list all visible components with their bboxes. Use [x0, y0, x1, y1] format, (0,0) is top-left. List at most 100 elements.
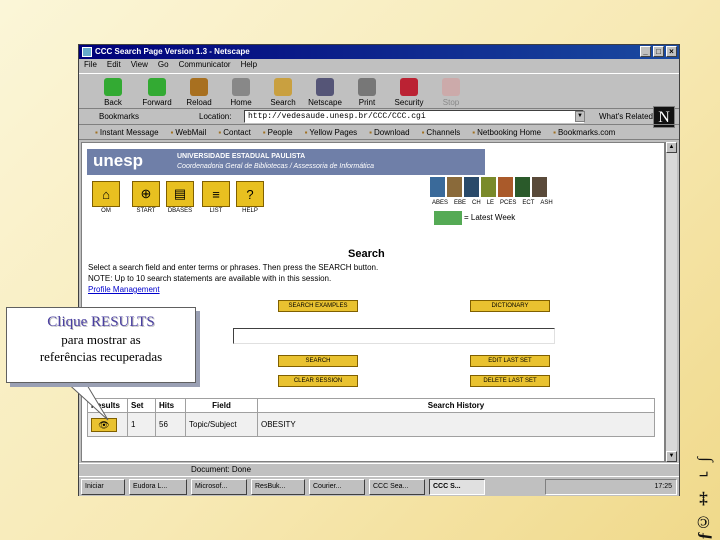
nav-help-button[interactable]: ? HELP	[236, 181, 264, 214]
delete-last-set-button[interactable]: DELETE LAST SET	[470, 375, 550, 387]
database-thumb-ebe[interactable]	[447, 177, 462, 197]
window-title: CCC Search Page Version 1.3 - Netscape	[95, 47, 250, 56]
edit-last-set-button[interactable]: EDIT LAST SET	[470, 355, 550, 367]
banner-department: Coordenadoria Geral de Bibliotecas / Ass…	[177, 163, 375, 170]
nav-dbases-button[interactable]: ▤ DBASES	[166, 181, 194, 214]
maximize-button[interactable]: □	[653, 46, 664, 57]
table-row: 👁 1 56 Topic/Subject OBESITY	[87, 412, 655, 437]
database-thumb-ect[interactable]	[515, 177, 530, 197]
menu-edit[interactable]: Edit	[107, 59, 121, 71]
task-eudora[interactable]: Eudora L...	[129, 479, 187, 495]
dictionary-button[interactable]: DICTIONARY	[470, 300, 550, 312]
database-label: ASH	[540, 200, 553, 206]
netscape-window-icon	[82, 47, 92, 57]
whats-related-button[interactable]: What's Related	[599, 112, 653, 121]
nav-list-button[interactable]: ≡ LIST	[202, 181, 230, 214]
nav-om-button[interactable]: ⌂ OM	[92, 181, 120, 214]
instruction-callout: Clique RESULTS para mostrar as referênci…	[6, 307, 196, 383]
banner-university: UNIVERSIDADE ESTADUAL PAULISTA	[177, 153, 306, 160]
menu-view[interactable]: View	[131, 59, 148, 71]
stop-button[interactable]: Stop	[429, 78, 473, 107]
clock: 17:25	[654, 483, 672, 490]
task-courier[interactable]: Courier...	[309, 479, 365, 495]
search-input[interactable]	[233, 328, 555, 344]
history-header-row: Results Set Hits Field Search History	[87, 398, 655, 413]
search-button[interactable]: Search	[261, 78, 305, 107]
task-resbuk[interactable]: ResBuk...	[251, 479, 305, 495]
home-icon: ⌂	[92, 181, 120, 207]
bookmark-people[interactable]: People	[263, 125, 293, 139]
database-label: PCES	[500, 200, 517, 206]
task-ccc-search-1[interactable]: CCC Sea...	[369, 479, 425, 495]
forward-arrow-icon	[148, 78, 166, 96]
nav-start-button[interactable]: ⊕ START	[132, 181, 160, 214]
back-arrow-icon	[104, 78, 122, 96]
bookmark-netbooking-home[interactable]: Netbooking Home	[472, 125, 541, 139]
side-brand-mark: ƒ© ‡ ⌐ ∫	[694, 457, 713, 540]
chevron-down-icon[interactable]: ▼	[575, 111, 585, 122]
url-input[interactable]: http://vedesaude.unesp.br/CCC/CCC.cgi	[244, 110, 584, 123]
menu-file[interactable]: File	[84, 59, 97, 71]
history-cell: OBESITY	[257, 412, 655, 437]
menu-go[interactable]: Go	[158, 59, 169, 71]
status-text: Document: Done	[191, 465, 252, 474]
database-thumb-ash[interactable]	[532, 177, 547, 197]
minimize-button[interactable]: _	[640, 46, 651, 57]
bookmark-channels[interactable]: Channels	[422, 125, 460, 139]
database-thumb-abes[interactable]	[430, 177, 445, 197]
database-label: LE	[486, 200, 495, 206]
bookmark-contact[interactable]: Contact	[218, 125, 251, 139]
vertical-scrollbar[interactable]: ▲ ▼	[665, 142, 677, 462]
location-bar: Bookmarks Location: http://vedesaude.une…	[79, 109, 679, 125]
scroll-down-icon[interactable]: ▼	[666, 451, 677, 462]
print-icon	[358, 78, 376, 96]
reload-button[interactable]: Reload	[177, 78, 221, 107]
title-bar[interactable]: CCC Search Page Version 1.3 - Netscape _…	[79, 45, 679, 59]
profile-management-link[interactable]: Profile Management	[88, 284, 488, 295]
netscape-button[interactable]: Netscape	[303, 78, 347, 107]
home-button[interactable]: Home	[219, 78, 263, 107]
bookmark-webmail[interactable]: WebMail	[171, 125, 206, 139]
col-set: Set	[127, 398, 156, 413]
bookmark-instant-message[interactable]: Instant Message	[95, 125, 159, 139]
print-button[interactable]: Print	[345, 78, 389, 107]
windows-taskbar: Iniciar Eudora L... Microsof... ResBuk..…	[79, 476, 679, 496]
col-hits: Hits	[155, 398, 186, 413]
callout-line1: para mostrar as	[61, 332, 141, 347]
bookmark-bookmarks-com[interactable]: Bookmarks.com	[553, 125, 615, 139]
back-button[interactable]: Back	[91, 78, 135, 107]
database-thumb-pces[interactable]	[498, 177, 513, 197]
list-icon: ≡	[202, 181, 230, 207]
database-thumb-le[interactable]	[481, 177, 496, 197]
bookmarks-button[interactable]: Bookmarks	[99, 112, 139, 121]
book-icon: ▤	[166, 181, 194, 207]
search-examples-button[interactable]: SEARCH EXAMPLES	[278, 300, 358, 312]
home-icon	[232, 78, 250, 96]
latest-week-swatch	[434, 211, 462, 225]
start-icon: ⊕	[132, 181, 160, 207]
scroll-up-icon[interactable]: ▲	[666, 142, 677, 153]
stop-icon	[442, 78, 460, 96]
latest-week-legend: = Latest Week	[434, 211, 515, 225]
database-thumb-ch[interactable]	[464, 177, 479, 197]
task-ccc-search-2[interactable]: CCC S...	[429, 479, 485, 495]
search-submit-button[interactable]: SEARCH	[278, 355, 358, 367]
bookmark-yellow-pages[interactable]: Yellow Pages	[305, 125, 357, 139]
bookmark-download[interactable]: Download	[369, 125, 410, 139]
unesp-logo: unesp	[93, 151, 144, 170]
clear-session-button[interactable]: CLEAR SESSION	[278, 375, 358, 387]
menu-communicator[interactable]: Communicator	[179, 59, 231, 71]
forward-button[interactable]: Forward	[135, 78, 179, 107]
personal-toolbar: Instant Message WebMail Contact People Y…	[79, 125, 679, 140]
hits-cell: 56	[155, 412, 186, 437]
start-button[interactable]: Iniciar	[81, 479, 125, 495]
field-cell: Topic/Subject	[185, 412, 258, 437]
system-tray: 17:25	[545, 479, 677, 495]
netscape-icon	[316, 78, 334, 96]
task-microsoft[interactable]: Microsof...	[191, 479, 247, 495]
search-heading: Search	[348, 248, 385, 260]
close-button[interactable]: ×	[666, 46, 677, 57]
security-button[interactable]: Security	[387, 78, 431, 107]
database-labels: ABES EBE CH LE PCES ECT ASH	[432, 200, 553, 206]
menu-help[interactable]: Help	[241, 59, 257, 71]
